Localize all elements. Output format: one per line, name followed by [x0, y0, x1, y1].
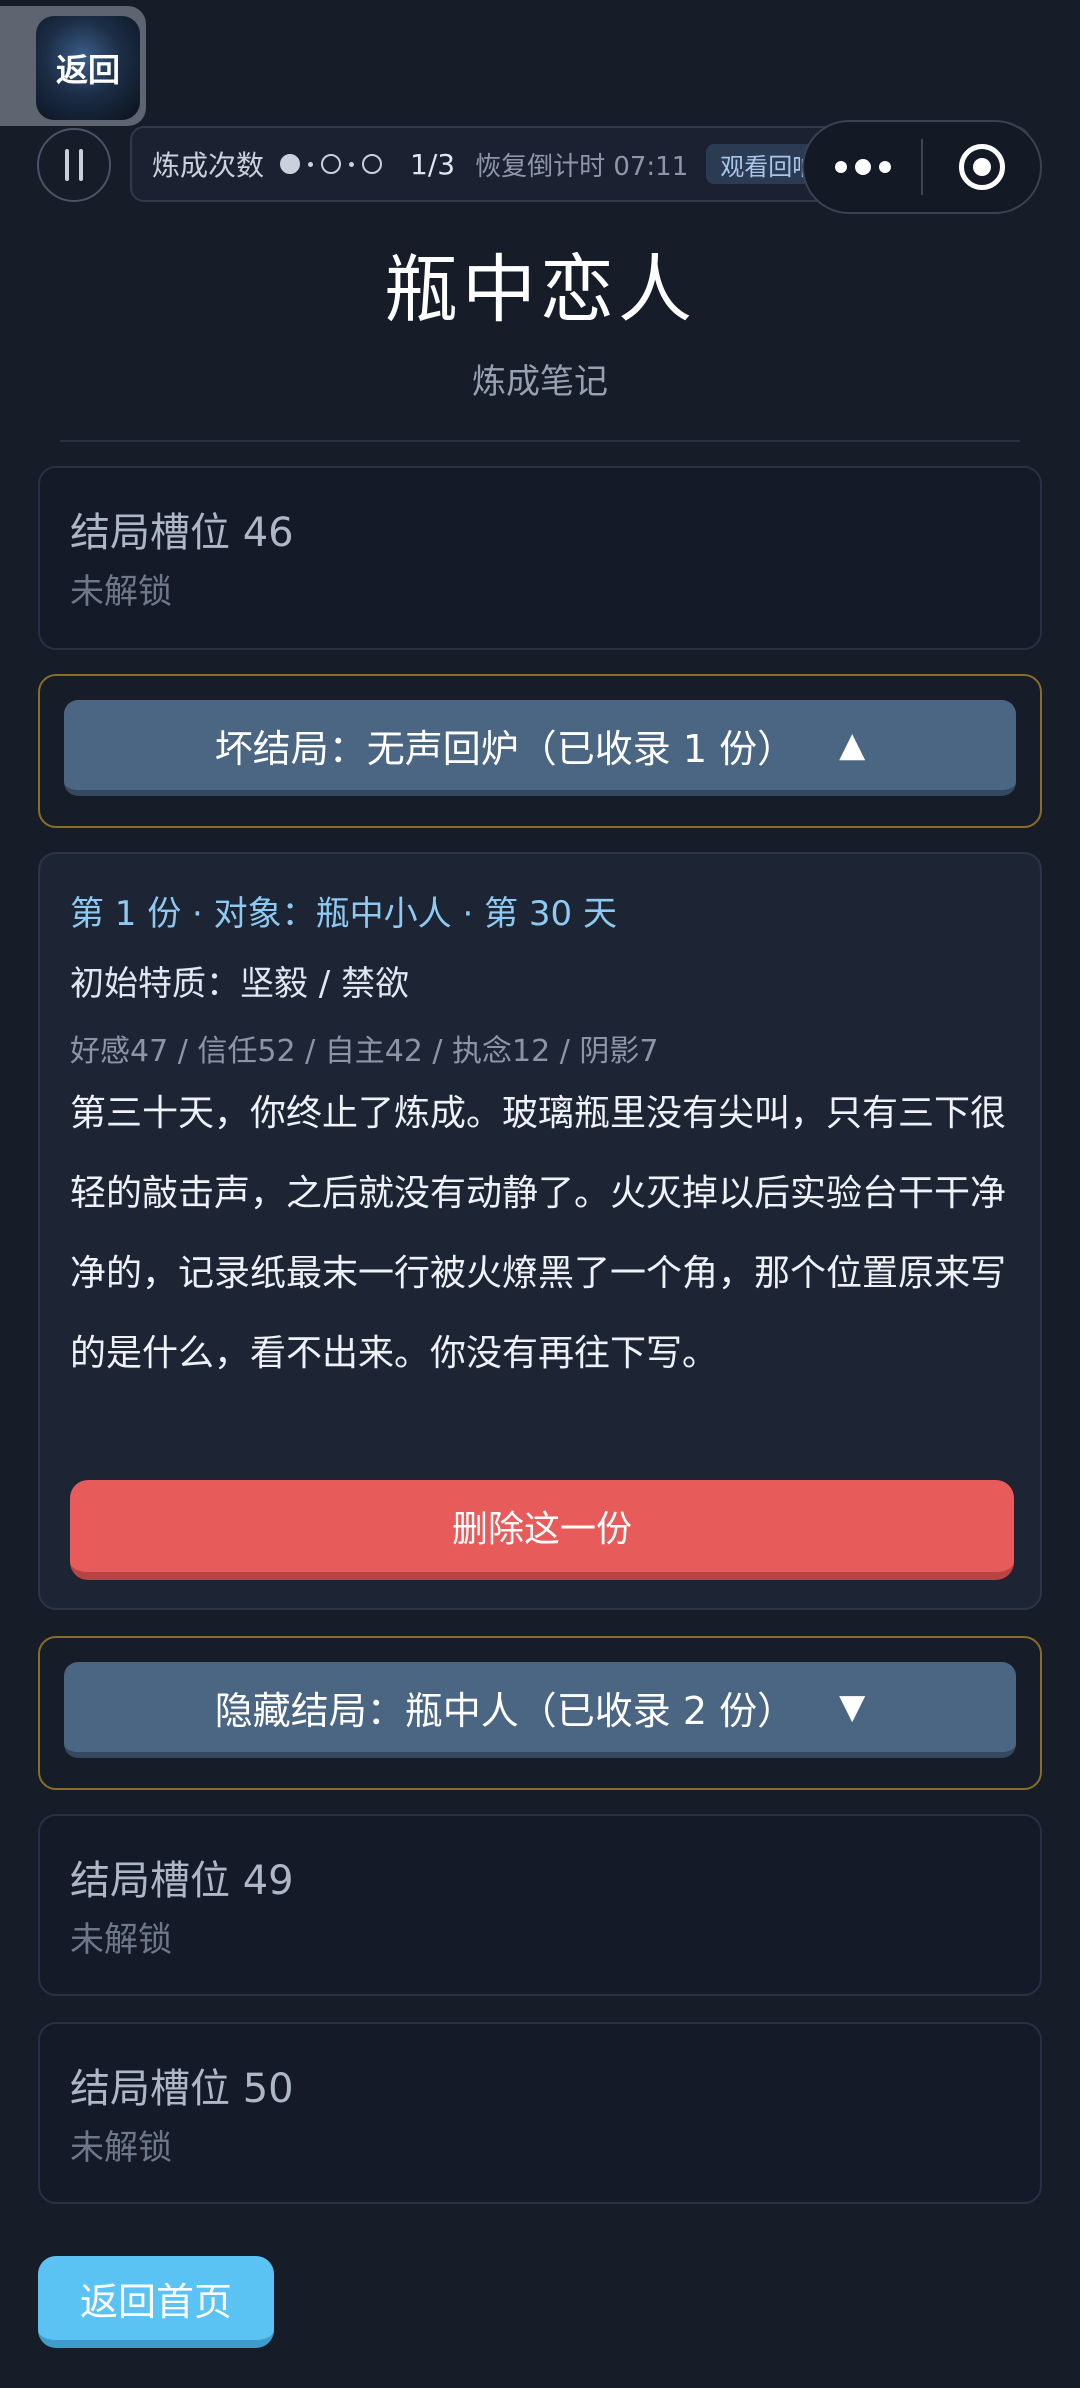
slot-status: 未解锁 — [70, 2128, 172, 2168]
slot-status: 未解锁 — [70, 1920, 172, 1960]
recovery-countdown: 恢复倒计时 07:11 — [475, 151, 689, 182]
hidden-ending-toggle-button[interactable]: 隐藏结局：瓶中人（已收录 2 份） ▼ — [64, 1662, 1016, 1758]
pause-icon — [65, 149, 69, 181]
slot-title: 结局槽位 46 — [70, 510, 294, 556]
ending-record-card: 第 1 份 · 对象：瓶中小人 · 第 30 天 初始特质：坚毅 / 禁欲 好感… — [38, 852, 1042, 1610]
bad-ending-toggle-button[interactable]: 坏结局：无声回炉（已收录 1 份） ▲ — [64, 700, 1016, 796]
close-miniprogram-icon[interactable] — [923, 144, 1040, 190]
refine-label: 炼成次数 — [152, 149, 265, 182]
record-header: 第 1 份 · 对象：瓶中小人 · 第 30 天 — [70, 894, 617, 934]
dot-separator — [349, 161, 355, 167]
hidden-ending-group: 隐藏结局：瓶中人（已收录 2 份） ▼ — [38, 1636, 1042, 1790]
group-label: 坏结局：无声回炉（已收录 1 份） — [214, 726, 796, 771]
refine-dot-empty-icon — [321, 154, 342, 174]
refine-dot-empty-icon — [362, 154, 383, 174]
pause-icon-bar — [79, 149, 83, 181]
record-text: 第三十天，你终止了炼成。玻璃瓶里没有尖叫，只有三下很轻的敲击声，之后就没有动静了… — [70, 1093, 1007, 1374]
expand-arrow-icon: ▼ — [839, 1687, 866, 1727]
slot-status: 未解锁 — [70, 572, 172, 612]
back-label: 返回 — [55, 51, 120, 89]
page-title: 瓶中恋人 — [384, 247, 696, 333]
ending-slot-card: 结局槽位 46 未解锁 — [38, 466, 1042, 650]
back-button[interactable]: 返回 — [36, 16, 140, 120]
refine-dots — [280, 154, 383, 174]
return-home-button[interactable]: 返回首页 — [38, 2256, 274, 2348]
group-label: 隐藏结局：瓶中人（已收录 2 份） — [214, 1688, 796, 1733]
delete-record-button[interactable]: 删除这一份 — [70, 1480, 1014, 1580]
ending-slot-card: 结局槽位 49 未解锁 — [38, 1814, 1042, 1996]
slot-title: 结局槽位 50 — [70, 2066, 294, 2112]
slot-title: 结局槽位 49 — [70, 1858, 294, 1904]
pause-button[interactable] — [37, 128, 111, 202]
record-stats: 好感47 / 信任52 / 自主42 / 执念12 / 阴影7 — [70, 1034, 659, 1069]
dot-separator — [308, 161, 314, 167]
more-options-icon[interactable] — [804, 159, 921, 175]
bad-ending-group: 坏结局：无声回炉（已收录 1 份） ▲ — [38, 674, 1042, 828]
refine-count: 1/3 — [410, 147, 456, 181]
miniprogram-capsule — [802, 120, 1042, 214]
collapse-arrow-icon: ▲ — [839, 725, 866, 765]
page-subtitle: 炼成笔记 — [472, 362, 608, 402]
ending-slot-card: 结局槽位 50 未解锁 — [38, 2022, 1042, 2204]
refine-dot-filled-icon — [280, 154, 301, 174]
divider — [60, 440, 1020, 442]
record-traits: 初始特质：坚毅 / 禁欲 — [70, 964, 410, 1004]
